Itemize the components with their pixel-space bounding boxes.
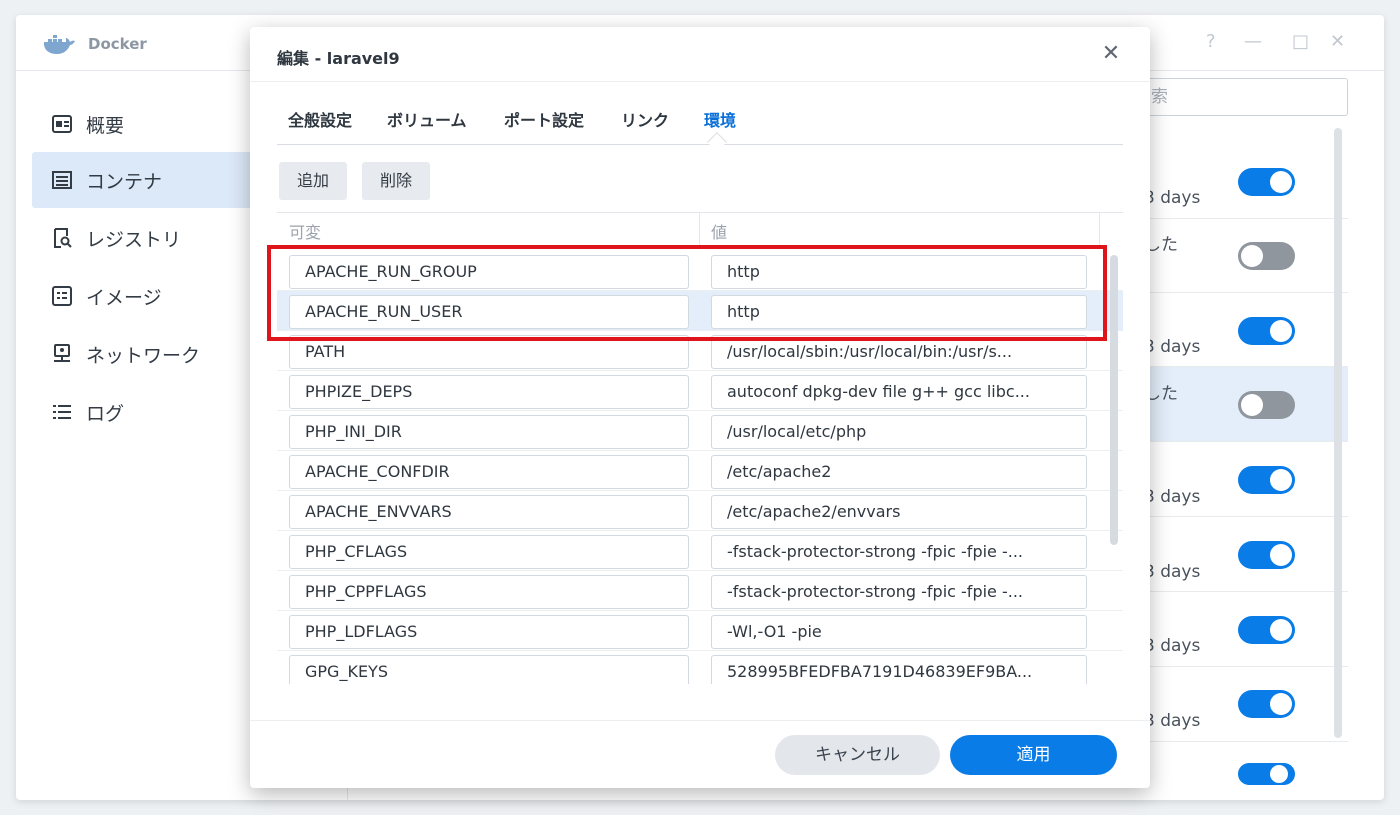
tab-links[interactable]: リンク	[621, 107, 669, 131]
tab-environment[interactable]: 環境	[704, 107, 736, 131]
toggle-switch-on[interactable]	[1238, 763, 1295, 785]
edit-dialog: 編集 - laravel9 ✕ 全般設定 ボリューム ポート設定 リンク 環境 …	[250, 27, 1150, 788]
column-header-value[interactable]: 値	[711, 213, 727, 248]
registry-icon	[52, 228, 72, 248]
value-field[interactable]: autoconf dpkg-dev file g++ gcc libc...	[711, 375, 1087, 409]
toggle-switch-on[interactable]	[1238, 690, 1295, 718]
value-field[interactable]: 528995BFEDFBA7191D46839EF9BA...	[711, 655, 1087, 684]
variable-field[interactable]: APACHE_CONFDIR	[289, 455, 689, 489]
search-input[interactable]: 索	[1136, 78, 1348, 116]
variable-field[interactable]: APACHE_ENVVARS	[289, 495, 689, 529]
add-button[interactable]: 追加	[279, 162, 348, 200]
sidebar-item-label: ネットワーク	[86, 344, 201, 367]
tab-bar: 全般設定 ボリューム ポート設定 リンク 環境	[277, 107, 1123, 145]
maximize-button[interactable]: □	[1292, 31, 1309, 52]
table-row[interactable]: PHP_INI_DIR /usr/local/etc/php	[277, 411, 1123, 451]
minimize-button[interactable]: —	[1244, 31, 1262, 52]
toggle-switch-on[interactable]	[1238, 616, 1295, 644]
divider	[250, 720, 1150, 721]
value-field[interactable]: /usr/local/etc/php	[711, 415, 1087, 449]
overview-icon	[52, 114, 72, 134]
value-field[interactable]: -fstack-protector-strong -fpic -fpie -..…	[711, 535, 1087, 569]
value-field[interactable]: -Wl,-O1 -pie	[711, 615, 1087, 649]
log-icon	[52, 402, 72, 422]
annotation-highlight-box	[267, 245, 1107, 341]
image-icon	[52, 286, 72, 306]
variable-field[interactable]: PHPIZE_DEPS	[289, 375, 689, 409]
value-field[interactable]: -fstack-protector-strong -fpic -fpie -..…	[711, 575, 1087, 609]
value-field[interactable]: /etc/apache2	[711, 455, 1087, 489]
variable-field[interactable]: GPG_KEYS	[289, 655, 689, 684]
table-row[interactable]: PHP_CPPFLAGS -fstack-protector-strong -f…	[277, 571, 1123, 611]
close-icon[interactable]: ✕	[1098, 41, 1124, 67]
variable-field[interactable]: PHP_INI_DIR	[289, 415, 689, 449]
dialog-title: 編集 - laravel9	[277, 49, 400, 68]
table-scrollbar[interactable]	[1110, 255, 1118, 545]
table-row[interactable]: APACHE_ENVVARS /etc/apache2/envvars	[277, 491, 1123, 531]
toggle-switch-off[interactable]	[1238, 242, 1295, 270]
column-header-variable[interactable]: 可変	[289, 213, 321, 248]
docker-logo-icon	[44, 35, 75, 54]
value-field[interactable]: /etc/apache2/envvars	[711, 495, 1087, 529]
tab-general[interactable]: 全般設定	[288, 107, 352, 131]
toggle-switch-on[interactable]	[1238, 168, 1295, 196]
table-row[interactable]: GPG_KEYS 528995BFEDFBA7191D46839EF9BA...	[277, 651, 1123, 684]
sidebar-item-label: イメージ	[86, 286, 162, 309]
variable-field[interactable]: PHP_CPPFLAGS	[289, 575, 689, 609]
column-divider	[1099, 213, 1100, 248]
sidebar-item-label: レジストリ	[86, 228, 182, 251]
divider	[250, 81, 1150, 82]
list-scrollbar[interactable]	[1334, 128, 1342, 738]
table-row[interactable]: PHPIZE_DEPS autoconf dpkg-dev file g++ g…	[277, 371, 1123, 411]
variable-field[interactable]: PHP_LDFLAGS	[289, 615, 689, 649]
table-row[interactable]: PHP_LDFLAGS -Wl,-O1 -pie	[277, 611, 1123, 651]
app-title: Docker	[88, 35, 147, 53]
toggle-switch-off[interactable]	[1238, 391, 1295, 419]
container-icon	[52, 170, 72, 190]
column-divider	[699, 213, 700, 248]
toggle-switch-on[interactable]	[1238, 466, 1295, 494]
network-icon	[52, 344, 72, 364]
window-close-button[interactable]: ✕	[1330, 31, 1345, 52]
toggle-switch-on[interactable]	[1238, 317, 1295, 345]
tab-volume[interactable]: ボリューム	[387, 107, 467, 131]
table-row[interactable]: PHP_CFLAGS -fstack-protector-strong -fpi…	[277, 531, 1123, 571]
toggle-switch-on[interactable]	[1238, 541, 1295, 569]
sidebar-item-label: ログ	[86, 402, 125, 425]
sidebar-item-label: コンテナ	[86, 170, 163, 193]
table-row[interactable]: APACHE_CONFDIR /etc/apache2	[277, 451, 1123, 491]
variable-field[interactable]: PHP_CFLAGS	[289, 535, 689, 569]
delete-button[interactable]: 削除	[362, 162, 431, 200]
help-button[interactable]: ?	[1206, 31, 1216, 52]
sidebar-item-label: 概要	[86, 114, 125, 137]
cancel-button[interactable]: キャンセル	[775, 735, 940, 775]
apply-button[interactable]: 適用	[950, 735, 1117, 775]
tab-port-settings[interactable]: ポート設定	[504, 107, 584, 131]
